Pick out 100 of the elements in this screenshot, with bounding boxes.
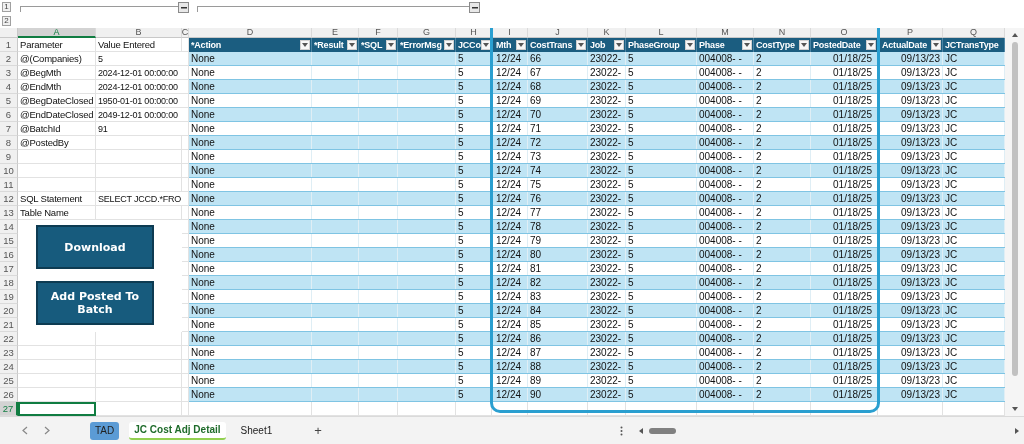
row-number[interactable]: 9 (0, 150, 18, 164)
column-letter[interactable]: A (18, 28, 96, 38)
table-cell: 09/13/23 (878, 234, 943, 247)
row-number[interactable]: 8 (0, 136, 18, 150)
outline-level-button[interactable]: 2 (2, 16, 11, 26)
column-letter[interactable]: E (312, 28, 359, 38)
collapse-button[interactable] (469, 2, 480, 13)
column-letter[interactable]: Q (943, 28, 1005, 38)
column-letter[interactable]: G (398, 28, 456, 38)
empty-cell[interactable] (96, 388, 182, 402)
collapse-button[interactable] (178, 2, 189, 13)
parameter-name: @BegDateClosed (18, 94, 96, 108)
empty-cell[interactable] (96, 346, 182, 360)
selected-cell[interactable] (18, 402, 96, 416)
row-number[interactable]: 24 (0, 360, 18, 374)
row-number[interactable]: 15 (0, 234, 18, 248)
header-label: Phase (699, 40, 725, 50)
sheet-tab[interactable]: TAD (90, 421, 120, 440)
table-cell: 74 (528, 164, 588, 177)
row-number[interactable]: 25 (0, 374, 18, 388)
filter-button[interactable] (614, 40, 624, 50)
sheet-tab[interactable]: Sheet1 (235, 421, 278, 440)
filter-button[interactable] (480, 40, 491, 50)
table-cell: 23022- (588, 276, 626, 289)
column-letter[interactable]: F (359, 28, 398, 38)
row-number[interactable]: 2 (0, 52, 18, 66)
filter-button[interactable] (799, 40, 809, 50)
table-cell: 5 (456, 178, 492, 191)
row-number[interactable]: 26 (0, 388, 18, 402)
parameter-name: @EndDateClosed (18, 108, 96, 122)
column-letter[interactable]: J (528, 28, 588, 38)
row-number[interactable]: 14 (0, 220, 18, 234)
filter-button[interactable] (576, 40, 586, 50)
column-letter[interactable]: H (456, 28, 492, 38)
row-number[interactable]: 6 (0, 108, 18, 122)
row-number[interactable]: 22 (0, 332, 18, 346)
column-letter[interactable]: B (96, 28, 182, 38)
column-letter[interactable]: O (811, 28, 878, 38)
row-number[interactable]: 21 (0, 318, 18, 332)
chevron-right-icon (44, 426, 50, 435)
add-posted-button[interactable]: Add Posted To Batch (36, 281, 154, 325)
filter-button[interactable] (444, 40, 454, 50)
caret-icon (639, 427, 645, 434)
row-number[interactable]: 17 (0, 262, 18, 276)
empty-cell[interactable] (96, 178, 182, 192)
empty-cell[interactable] (96, 164, 182, 178)
filter-button[interactable] (685, 40, 695, 50)
row-number[interactable]: 7 (0, 122, 18, 136)
row-number[interactable]: 18 (0, 276, 18, 290)
row-number[interactable]: 13 (0, 206, 18, 220)
table-cell: 01/18/25 (811, 262, 878, 275)
empty-cell[interactable] (96, 332, 182, 346)
add-sheet-button[interactable]: + (311, 423, 325, 438)
column-letter[interactable]: N (754, 28, 811, 38)
column-letter[interactable]: D (189, 28, 312, 38)
column-letter[interactable]: I (492, 28, 528, 38)
empty-cell[interactable] (96, 360, 182, 374)
column-letter[interactable]: P (878, 28, 943, 38)
row-number[interactable]: 1 (0, 38, 18, 52)
row-number[interactable]: 5 (0, 94, 18, 108)
table-cell: None (189, 52, 312, 65)
row-number[interactable]: 11 (0, 178, 18, 192)
scrollbar-thumb[interactable] (1011, 42, 1018, 376)
empty-cell[interactable] (96, 136, 182, 150)
row-number[interactable]: 12 (0, 192, 18, 206)
sheet-tab[interactable]: JC Cost Adj Detail (129, 421, 226, 440)
outline-level-button[interactable]: 1 (2, 2, 11, 12)
filter-button[interactable] (931, 40, 941, 50)
row-number[interactable]: 27 (0, 402, 18, 416)
download-button[interactable]: Download (36, 225, 154, 269)
table-cell: 5 (626, 136, 697, 149)
vertical-scrollbar[interactable] (1005, 28, 1024, 416)
filter-button[interactable] (866, 40, 876, 50)
filter-button[interactable] (742, 40, 752, 50)
table-cell: 12/24 (492, 304, 528, 317)
row-number[interactable]: 19 (0, 290, 18, 304)
table-cell: 5 (456, 206, 492, 219)
table-cell: 01/18/25 (811, 164, 878, 177)
empty-cell[interactable] (96, 150, 182, 164)
filter-button[interactable] (386, 40, 396, 50)
table-cell: 09/13/23 (878, 80, 943, 93)
select-all-corner[interactable] (0, 28, 18, 38)
column-letter[interactable]: K (588, 28, 626, 38)
table-cell: 82 (528, 276, 588, 289)
table-cell: 12/24 (492, 234, 528, 247)
row-number[interactable]: 3 (0, 66, 18, 80)
column-letter[interactable]: L (626, 28, 697, 38)
row-number[interactable]: 23 (0, 346, 18, 360)
filter-button[interactable] (516, 40, 526, 50)
row-number[interactable]: 16 (0, 248, 18, 262)
row-number[interactable]: 10 (0, 164, 18, 178)
filter-button[interactable] (347, 40, 357, 50)
scrollbar-thumb[interactable] (649, 427, 676, 434)
filter-button[interactable] (300, 40, 310, 50)
empty-cell[interactable] (96, 206, 182, 220)
table-cell: 23022- (588, 388, 626, 401)
row-number[interactable]: 4 (0, 80, 18, 94)
column-letter[interactable]: M (697, 28, 754, 38)
empty-cell[interactable] (96, 374, 182, 388)
row-number[interactable]: 20 (0, 304, 18, 318)
